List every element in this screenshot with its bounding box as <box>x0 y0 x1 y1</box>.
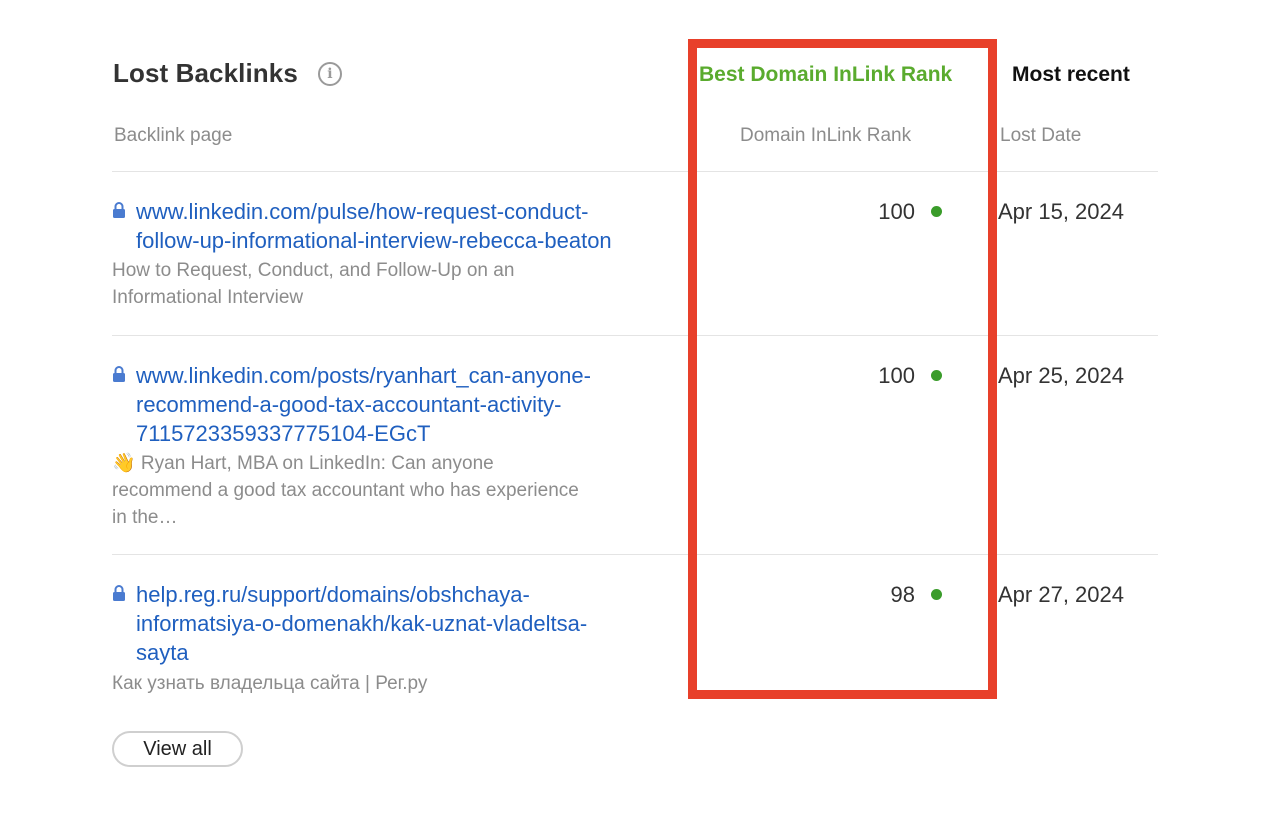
description-line: Informational Interview <box>112 287 304 308</box>
column-header-lost-date: Lost Date <box>1000 125 1082 146</box>
column-header-backlink-page: Backlink page <box>114 125 233 146</box>
domain-inlink-rank-cell: 98 <box>792 580 942 609</box>
lost-date: Apr 15, 2024 <box>998 199 1124 224</box>
backlink-url-link[interactable]: www.linkedin.com/posts/ryanhart_can-anyo… <box>136 361 696 448</box>
backlink-description: 👋 Ryan Hart, MBA on LinkedIn: Can anyone… <box>112 450 672 531</box>
backlink-url-line: www.linkedin.com/posts/ryanhart_can-anyo… <box>136 363 591 388</box>
lock-icon <box>112 202 126 218</box>
lock-icon <box>112 585 126 601</box>
info-icon[interactable]: i <box>317 61 342 86</box>
status-dot-icon <box>931 370 942 381</box>
rank-value: 100 <box>878 198 915 224</box>
backlink-url-line: help.reg.ru/support/domains/obshchaya- <box>136 582 530 607</box>
description-line: Как узнать владельца сайта | Рег.ру <box>112 673 428 694</box>
domain-inlink-rank-cell: 100 <box>792 361 942 390</box>
backlink-url-line: www.linkedin.com/pulse/how-request-condu… <box>136 199 589 224</box>
backlink-url-line: 7115723359337775104-EGcT <box>136 421 431 446</box>
rank-value: 98 <box>890 581 915 607</box>
backlink-url-line: sayta <box>136 640 189 665</box>
lost-date: Apr 25, 2024 <box>998 363 1124 388</box>
backlink-description: Как узнать владельца сайта | Рег.ру <box>112 670 672 697</box>
tab-best-domain-inlink-rank[interactable]: Best Domain InLink Rank <box>699 63 952 87</box>
table-row: www.linkedin.com/pulse/how-request-condu… <box>112 197 1158 327</box>
lost-backlinks-panel: Lost Backlinks i Best Domain InLink Rank… <box>0 0 1272 818</box>
domain-inlink-rank-cell: 100 <box>792 197 942 226</box>
tab-most-recent[interactable]: Most recent <box>1012 63 1130 87</box>
backlink-url-line: recommend-a-good-tax-accountant-activity… <box>136 392 562 417</box>
backlink-url-link[interactable]: help.reg.ru/support/domains/obshchaya- i… <box>136 580 696 667</box>
backlink-description: How to Request, Conduct, and Follow-Up o… <box>112 257 672 311</box>
rank-value: 100 <box>878 362 915 388</box>
description-line: recommend a good tax accountant who has … <box>112 480 579 501</box>
view-all-button[interactable]: View all <box>112 731 243 767</box>
backlink-url-line: follow-up-informational-interview-rebecc… <box>136 228 612 253</box>
status-dot-icon <box>931 589 942 600</box>
lost-date: Apr 27, 2024 <box>998 582 1124 607</box>
divider <box>112 554 1158 555</box>
column-header-domain-inlink-rank: Domain InLink Rank <box>740 125 912 146</box>
status-dot-icon <box>931 206 942 217</box>
backlink-url-line: informatsiya-o-domenakh/kak-uznat-vladel… <box>136 611 588 636</box>
description-line: 👋 Ryan Hart, MBA on LinkedIn: Can anyone <box>112 453 494 474</box>
backlink-url-link[interactable]: www.linkedin.com/pulse/how-request-condu… <box>136 197 696 255</box>
table-row: www.linkedin.com/posts/ryanhart_can-anyo… <box>112 361 1158 541</box>
panel-header: Lost Backlinks i <box>113 58 342 89</box>
description-line: in the… <box>112 507 178 528</box>
divider <box>112 171 1158 172</box>
lock-icon <box>112 366 126 382</box>
description-line: How to Request, Conduct, and Follow-Up o… <box>112 260 515 281</box>
panel-title: Lost Backlinks <box>113 58 298 88</box>
divider <box>112 335 1158 336</box>
table-row: help.reg.ru/support/domains/obshchaya- i… <box>112 580 1158 700</box>
